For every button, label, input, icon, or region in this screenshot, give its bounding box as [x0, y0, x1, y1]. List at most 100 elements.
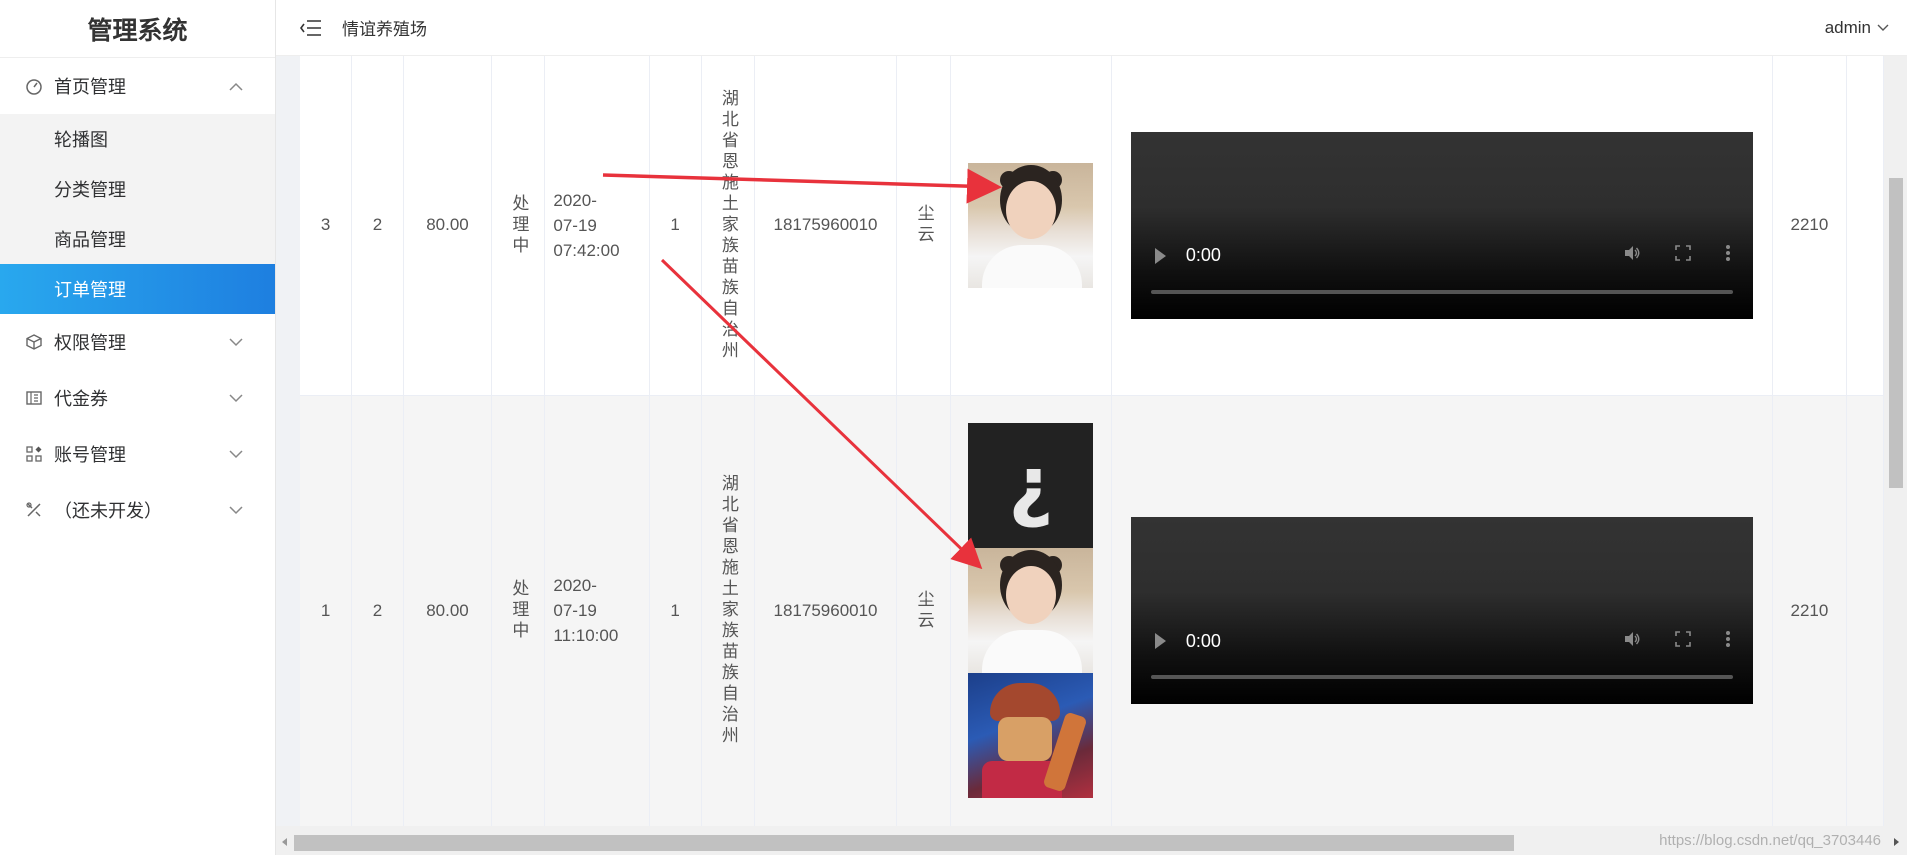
cell-phone: 18175960010 [754, 395, 898, 826]
cell-type: 1 [649, 56, 702, 396]
date-part2: 07-19 [553, 215, 597, 235]
menu-group-label: 账号管理 [54, 445, 126, 465]
cell-id: 1 [300, 395, 353, 826]
date-time: 11:10:00 [553, 626, 619, 645]
cell-extra [1846, 395, 1884, 826]
cell-code: 2210 [1772, 395, 1848, 826]
scroll-left-icon[interactable] [282, 838, 287, 846]
grid-icon [24, 444, 44, 464]
video-player[interactable]: 0:00 [1130, 131, 1753, 319]
date-part1: 2020- [553, 576, 597, 595]
coupon-icon [24, 388, 44, 408]
chevron-down-icon [229, 503, 243, 517]
user-menu[interactable]: admin [1825, 0, 1889, 56]
video-right-controls [1623, 623, 1731, 659]
chevron-down-icon [229, 447, 243, 461]
cell-id: 3 [300, 56, 353, 396]
sidebar-item-goods[interactable]: 商品管理 [0, 214, 275, 264]
cell-qty: 2 [351, 395, 404, 826]
video-time: 0:00 [1185, 630, 1221, 651]
menu-group-undeveloped[interactable]: （还未开发） [0, 482, 275, 538]
cell-address: 湖北省恩施土家族苗族自治州 [701, 56, 755, 396]
cube-icon [24, 332, 44, 352]
watermark: https://blog.csdn.net/qq_3703446 [1659, 832, 1881, 849]
cell-status: 处理中 [491, 395, 546, 826]
cell-code: 2210 [1772, 56, 1848, 396]
more-options-icon[interactable] [1725, 630, 1731, 653]
menu-group-accounts[interactable]: 账号管理 [0, 426, 275, 482]
video-progress-bar[interactable] [1150, 289, 1733, 294]
address-text: 湖北省恩施土家族苗族自治州 [718, 474, 738, 747]
cell-video: 0:00 [1111, 56, 1773, 396]
vertical-scroll-thumb[interactable] [1889, 178, 1903, 488]
vertical-scrollbar[interactable] [1884, 56, 1907, 826]
date-part1: 2020- [553, 190, 597, 210]
fullscreen-icon[interactable] [1675, 245, 1691, 266]
cell-images: ¿ [950, 395, 1113, 826]
volume-icon[interactable] [1623, 244, 1641, 267]
sidebar-item-orders[interactable]: 订单管理 [0, 264, 275, 314]
product-image[interactable] [968, 673, 1094, 798]
cell-address: 湖北省恩施土家族苗族自治州 [701, 395, 755, 826]
cell-price: 80.00 [403, 395, 493, 826]
sidebar: 管理系统 首页管理 轮播图 分类管理 商品管理 订单管理 权限管理 代金券 账号… [0, 0, 276, 855]
table-row: 3 2 80.00 处理中 2020- 07-19 07:42:00 1 湖北省… [300, 56, 1884, 396]
page-title: 情谊养殖场 [342, 20, 427, 39]
date-part2: 07-19 [553, 601, 597, 620]
more-options-icon[interactable] [1725, 244, 1731, 267]
cell-price: 80.00 [403, 56, 493, 396]
username: admin [1824, 18, 1871, 37]
cell-video: 0:00 [1111, 395, 1773, 826]
cell-name: 尘云 [896, 395, 951, 826]
product-image[interactable] [968, 548, 1094, 673]
menu-group-label: 代金券 [54, 389, 108, 409]
fullscreen-icon[interactable] [1675, 630, 1691, 652]
app-logo-title: 管理系统 [0, 0, 275, 58]
scroll-right-icon[interactable] [1894, 838, 1899, 846]
chevron-down-icon [229, 335, 243, 349]
top-header: 情谊养殖场 admin [276, 0, 1907, 56]
cell-qty: 2 [351, 56, 404, 396]
play-icon[interactable] [1154, 633, 1166, 649]
address-text: 湖北省恩施土家族苗族自治州 [718, 88, 738, 362]
video-right-controls [1623, 238, 1731, 274]
menu-group-coupons[interactable]: 代金券 [0, 370, 275, 426]
product-image[interactable] [968, 162, 1094, 288]
broken-image[interactable]: ¿ [968, 423, 1094, 548]
play-icon[interactable] [1154, 247, 1166, 264]
cell-status: 处理中 [491, 56, 546, 396]
cell-name: 尘云 [896, 56, 951, 396]
name-text: 尘云 [914, 204, 934, 247]
chevron-down-icon [229, 391, 243, 405]
menu-group-home[interactable]: 首页管理 [0, 58, 275, 114]
collapse-menu-icon[interactable] [300, 19, 322, 37]
video-controls: 0:00 [1131, 623, 1753, 659]
volume-icon[interactable] [1623, 630, 1641, 653]
chevron-up-icon [229, 79, 243, 93]
status-text: 处理中 [509, 579, 529, 642]
cell-images [950, 56, 1113, 396]
menu-group-permissions[interactable]: 权限管理 [0, 314, 275, 370]
table-row: 1 2 80.00 处理中 2020- 07-19 11:10:00 1 湖北省… [300, 395, 1884, 826]
image-list: ¿ [959, 423, 1104, 798]
cell-type: 1 [649, 395, 702, 826]
video-controls: 0:00 [1131, 238, 1753, 274]
name-text: 尘云 [914, 589, 934, 632]
orders-table: 3 2 80.00 处理中 2020- 07-19 07:42:00 1 湖北省… [300, 56, 1884, 826]
sidebar-item-category[interactable]: 分类管理 [0, 164, 275, 214]
video-player[interactable]: 0:00 [1130, 517, 1753, 704]
horizontal-scroll-thumb[interactable] [294, 835, 1514, 851]
date-time: 07:42:00 [553, 240, 620, 260]
main-content: 3 2 80.00 处理中 2020- 07-19 07:42:00 1 湖北省… [276, 56, 1907, 855]
gutter [276, 56, 300, 855]
menu-group-label: 首页管理 [54, 77, 126, 97]
video-progress-bar[interactable] [1150, 675, 1733, 679]
chevron-down-icon [1877, 24, 1889, 32]
menu-group-label: （还未开发） [54, 501, 162, 521]
orders-table-scroll[interactable]: 3 2 80.00 处理中 2020- 07-19 07:42:00 1 湖北省… [300, 56, 1884, 826]
cell-extra [1846, 56, 1884, 396]
sidebar-item-carousel[interactable]: 轮播图 [0, 114, 275, 164]
cell-date: 2020- 07-19 11:10:00 [544, 395, 650, 826]
status-text: 处理中 [509, 193, 529, 257]
image-list [959, 162, 1104, 288]
